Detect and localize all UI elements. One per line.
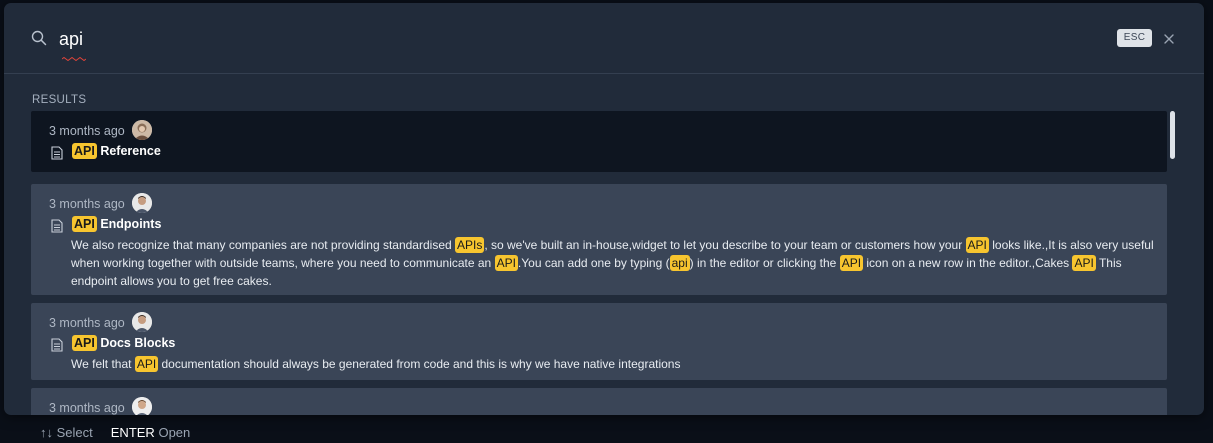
match-highlight: API bbox=[965, 237, 989, 253]
description-text: icon on a new row in the editor.,Cakes bbox=[863, 256, 1073, 270]
result-title: API Docs Blocks bbox=[72, 335, 176, 351]
results-heading: RESULTS bbox=[32, 94, 87, 106]
arrow-keys-icon: ↑↓ bbox=[40, 425, 53, 440]
result-item[interactable]: 3 months ago bbox=[31, 388, 1167, 415]
match-highlight: API bbox=[494, 255, 518, 271]
enter-key-label: ENTER bbox=[110, 425, 155, 440]
result-title: API Endpoints bbox=[72, 216, 162, 232]
search-input[interactable] bbox=[59, 25, 1059, 53]
description-text: documentation should always be generated… bbox=[158, 357, 681, 371]
match-highlight: api bbox=[669, 255, 690, 271]
select-hint: Select bbox=[56, 425, 93, 440]
document-icon bbox=[51, 338, 63, 352]
description-text: We felt that bbox=[71, 357, 135, 371]
search-modal: ESC RESULTS 3 months ago bbox=[4, 3, 1204, 415]
result-item-api-endpoints[interactable]: 3 months ago API Endpoints We also recog… bbox=[31, 184, 1167, 295]
match-highlight: APIs bbox=[455, 237, 485, 253]
avatar bbox=[132, 312, 152, 332]
result-time: 3 months ago bbox=[49, 124, 125, 138]
result-time: 3 months ago bbox=[49, 316, 125, 330]
results-scrollbar[interactable] bbox=[1170, 111, 1175, 159]
document-icon bbox=[51, 219, 63, 233]
title-highlight: API bbox=[72, 216, 97, 232]
document-icon bbox=[51, 146, 63, 160]
result-item-api-docs-blocks[interactable]: 3 months ago API Docs Blocks We felt tha… bbox=[31, 303, 1167, 380]
title-highlight: API bbox=[72, 143, 97, 159]
result-time: 3 months ago bbox=[49, 197, 125, 211]
avatar bbox=[132, 193, 152, 213]
open-hint: Open bbox=[158, 425, 191, 440]
title-text: Reference bbox=[96, 144, 161, 158]
keyboard-hints: ↑↓ Select ENTER Open bbox=[40, 425, 190, 440]
description-text: ) in the editor or clicking the bbox=[689, 256, 840, 270]
match-highlight: API bbox=[839, 255, 864, 271]
result-time: 3 months ago bbox=[49, 401, 125, 415]
result-description: We felt that API documentation should al… bbox=[71, 355, 1156, 373]
description-text: .You can add one by typing ( bbox=[517, 256, 670, 270]
avatar bbox=[132, 120, 152, 140]
search-bar: ESC bbox=[4, 3, 1204, 74]
match-highlight: API bbox=[134, 356, 159, 372]
close-icon[interactable] bbox=[1163, 32, 1175, 44]
result-item-api-reference[interactable]: 3 months ago API Reference bbox=[31, 111, 1167, 172]
results-list: 3 months ago API Reference 3 months ago … bbox=[31, 111, 1168, 415]
result-title: API Reference bbox=[72, 143, 161, 159]
description-text: We also recognize that many companies ar… bbox=[71, 238, 455, 252]
match-highlight: API bbox=[1072, 255, 1096, 271]
description-text: , so we've built an in-house,widget to l… bbox=[484, 238, 966, 252]
result-description: We also recognize that many companies ar… bbox=[71, 236, 1156, 290]
esc-key-badge[interactable]: ESC bbox=[1117, 29, 1152, 47]
avatar bbox=[132, 397, 152, 415]
title-highlight: API bbox=[72, 335, 97, 351]
title-text: Endpoints bbox=[96, 217, 162, 231]
spellcheck-underline bbox=[61, 48, 87, 62]
title-text: Docs Blocks bbox=[96, 336, 176, 350]
search-icon bbox=[31, 30, 47, 46]
